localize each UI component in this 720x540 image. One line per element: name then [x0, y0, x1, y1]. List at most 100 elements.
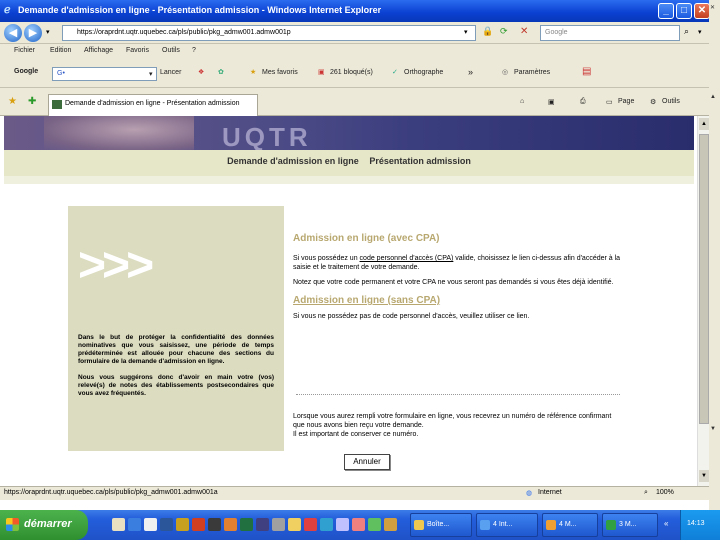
quicklaunch-word-icon[interactable]	[160, 518, 173, 531]
lock-icon[interactable]: 🔒	[482, 26, 493, 37]
menu-bar: Fichier Edition Affichage Favoris Outils…	[0, 44, 720, 60]
tools-icon: ⚙	[650, 99, 657, 106]
cpa-link[interactable]: code personnel d'accès (CPA)	[360, 255, 454, 262]
scroll-up-icon[interactable]: ▲	[699, 118, 709, 130]
menu-favoris[interactable]: Favoris	[126, 47, 149, 54]
task-button-word[interactable]: 4 M...	[542, 513, 598, 537]
quicklaunch-app6-icon[interactable]	[352, 518, 365, 531]
tab-admission[interactable]: Demande d'admission en ligne - Présentat…	[48, 94, 258, 116]
system-tray: 14:13	[680, 510, 720, 540]
header-title: Demande d'admission en ligne	[227, 156, 359, 166]
quicklaunch-app8-icon[interactable]	[384, 518, 397, 531]
quicklaunch-powerpoint-icon[interactable]	[192, 518, 205, 531]
chevrons-graphic: >>>	[78, 239, 154, 292]
outils-menu[interactable]: Outils	[662, 98, 680, 105]
task-button-inbox[interactable]: Boîte...	[410, 513, 472, 537]
address-dropdown-icon[interactable]: ▾	[464, 28, 468, 36]
task-button-internet[interactable]: 4 Int...	[476, 513, 538, 537]
quicklaunch-app1-icon[interactable]	[256, 518, 269, 531]
clock[interactable]: 14:13	[687, 520, 705, 527]
menu-affichage[interactable]: Affichage	[84, 47, 113, 54]
history-dropdown-icon[interactable]: ▾	[46, 28, 50, 36]
quicklaunch-folder-icon[interactable]	[288, 518, 301, 531]
menu-outils[interactable]: Outils	[162, 47, 180, 54]
quicklaunch-desktop-icon[interactable]	[112, 518, 125, 531]
feeds-icon[interactable]: ▣	[548, 98, 555, 106]
search-icon[interactable]: ⌕	[684, 26, 689, 37]
outer-scroll-icon[interactable]: ▲	[710, 94, 716, 100]
header-underband	[4, 176, 694, 184]
start-button[interactable]: démarrer	[0, 510, 88, 540]
uqtr-banner: UQTR	[4, 116, 694, 150]
google-logo: Google	[14, 68, 39, 75]
google-search-input[interactable]: G• ▾	[52, 67, 157, 81]
pdf-icon[interactable]: ▤	[582, 66, 591, 77]
scroll-down-icon[interactable]: ▼	[699, 470, 709, 482]
refresh-icon[interactable]: ⟳	[500, 26, 508, 37]
maximize-button[interactable]: □	[676, 3, 692, 19]
link-admission-avec-cpa[interactable]: Admission en ligne (avec CPA)	[293, 233, 623, 244]
dotted-separator	[296, 394, 620, 395]
menu-edition[interactable]: Edition	[50, 47, 71, 54]
parametres-button[interactable]: Paramètres	[514, 69, 550, 76]
outer-close-icon[interactable]: ✕	[710, 4, 715, 11]
spellcheck-icon: ✓	[392, 69, 398, 76]
vertical-scrollbar[interactable]: ▲ ▼	[697, 116, 709, 486]
quicklaunch-outlook-icon[interactable]	[176, 518, 189, 531]
zoom-level[interactable]: 100%	[656, 489, 674, 496]
quicklaunch-media-icon[interactable]	[208, 518, 221, 531]
home-icon[interactable]: ⌂	[520, 98, 524, 105]
tray-expand-icon[interactable]: «	[664, 519, 668, 528]
quicklaunch-explorer-icon[interactable]	[144, 518, 157, 531]
quicklaunch-ie-icon[interactable]	[128, 518, 141, 531]
quicklaunch-app7-icon[interactable]	[368, 518, 381, 531]
page-header: Demande d'admission en ligne Présentatio…	[4, 150, 694, 176]
google-search-button[interactable]: Lancer	[160, 69, 181, 76]
google-bookmark-icon[interactable]: ✿	[218, 68, 224, 76]
outer-scroll-down-icon[interactable]: ▼	[710, 426, 716, 432]
google-news-icon[interactable]: ❖	[198, 68, 204, 76]
quicklaunch-app2-icon[interactable]	[272, 518, 285, 531]
google-toolbar: Google G• ▾ Lancer ❖ ✿ ★ Mes favoris ▣ 2…	[0, 60, 720, 88]
print-icon[interactable]: ⎙	[580, 98, 586, 106]
globe-icon: ◍	[526, 490, 533, 497]
scroll-thumb[interactable]	[699, 134, 709, 424]
favorites-star-icon[interactable]: ★	[8, 96, 17, 107]
more-tools-button[interactable]: »	[468, 67, 473, 77]
cpa-note: Notez que votre code permanent et votre …	[293, 279, 614, 286]
address-toolbar: ◀ ▶ ▾ https://oraprdnt.uqtr.uquebec.ca/p…	[0, 22, 720, 44]
google-dropdown-icon[interactable]: ▾	[149, 70, 153, 78]
add-favorite-icon[interactable]: ✚	[28, 96, 36, 107]
popup-blocker-icon: ▣	[318, 69, 325, 76]
page-icon-btn: ▭	[606, 99, 613, 106]
menu-fichier[interactable]: Fichier	[14, 47, 35, 54]
popups-blocked-button[interactable]: 261 bloqué(s)	[330, 69, 373, 76]
link-admission-sans-cpa[interactable]: Admission en ligne (sans CPA)	[293, 295, 623, 306]
task-button-excel[interactable]: 3 M...	[602, 513, 658, 537]
admission-options: Admission en ligne (avec CPA) Si vous po…	[293, 233, 623, 321]
search-dropdown-icon[interactable]: ▾	[698, 28, 702, 36]
menu-help[interactable]: ?	[192, 47, 196, 54]
star-icon: ★	[250, 69, 257, 76]
status-zone: Internet	[538, 489, 562, 496]
close-button[interactable]: ✕	[694, 3, 710, 19]
quicklaunch-app5-icon[interactable]	[336, 518, 349, 531]
mes-favoris-button[interactable]: Mes favoris	[262, 69, 298, 76]
quicklaunch-app4-icon[interactable]	[320, 518, 333, 531]
quicklaunch-excel-icon[interactable]	[240, 518, 253, 531]
window-title-bar: ℯ Demande d'admission en ligne - Présent…	[0, 0, 720, 22]
stop-icon[interactable]: ✕	[520, 26, 528, 37]
cancel-button[interactable]: Annuler	[344, 454, 390, 470]
address-input[interactable]: https://oraprdnt.uqtr.uquebec.ca/pls/pub…	[62, 25, 476, 41]
quicklaunch-app3-icon[interactable]	[304, 518, 317, 531]
forward-button[interactable]: ▶	[24, 24, 42, 42]
search-input[interactable]: Google	[540, 25, 680, 41]
back-button[interactable]: ◀	[4, 24, 22, 42]
tab-bar: ★ ✚ Demande d'admission en ligne - Prése…	[0, 88, 720, 116]
orthographe-button[interactable]: Orthographe	[404, 69, 443, 76]
minimize-button[interactable]: _	[658, 3, 674, 19]
page-icon	[52, 100, 62, 109]
page-menu[interactable]: Page	[618, 98, 634, 105]
info-panel-text: Dans le but de protéger la confidentiali…	[78, 334, 274, 406]
quicklaunch-paint-icon[interactable]	[224, 518, 237, 531]
